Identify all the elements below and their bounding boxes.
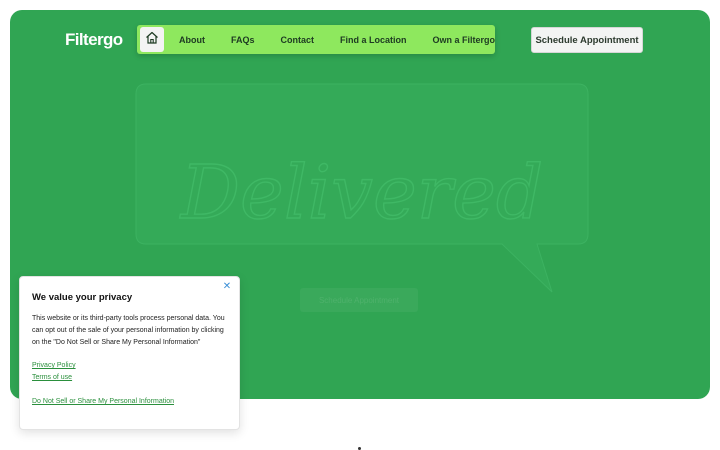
speech-bubble: Delivered: [132, 80, 592, 300]
cookie-banner: ✕ We value your privacy This website or …: [19, 276, 240, 430]
hero-schedule-button[interactable]: Schedule Appointment: [300, 288, 418, 312]
privacy-policy-link[interactable]: Privacy Policy: [32, 360, 227, 372]
nav-item-find-location[interactable]: Find a Location: [340, 35, 407, 45]
nav-home-button[interactable]: [140, 27, 164, 52]
do-not-sell-link[interactable]: Do Not Sell or Share My Personal Informa…: [32, 396, 227, 408]
cookie-body: This website or its third-party tools pr…: [32, 315, 225, 346]
nav-item-own-filtergo[interactable]: Own a Filtergo: [432, 35, 495, 45]
hero-headline: Delivered: [179, 150, 544, 236]
schedule-appointment-button[interactable]: Schedule Appointment: [531, 27, 643, 53]
nav-item-contact[interactable]: Contact: [280, 35, 314, 45]
nav-item-about[interactable]: About: [179, 35, 205, 45]
terms-of-use-link[interactable]: Terms of use: [32, 372, 227, 384]
close-icon[interactable]: ✕: [222, 282, 232, 292]
logo[interactable]: Filtergo: [65, 30, 123, 50]
main-nav: About FAQs Contact Find a Location Own a…: [137, 25, 495, 54]
nav-item-faqs[interactable]: FAQs: [231, 35, 255, 45]
home-icon: [145, 31, 159, 49]
cookie-title: We value your privacy: [32, 292, 133, 303]
